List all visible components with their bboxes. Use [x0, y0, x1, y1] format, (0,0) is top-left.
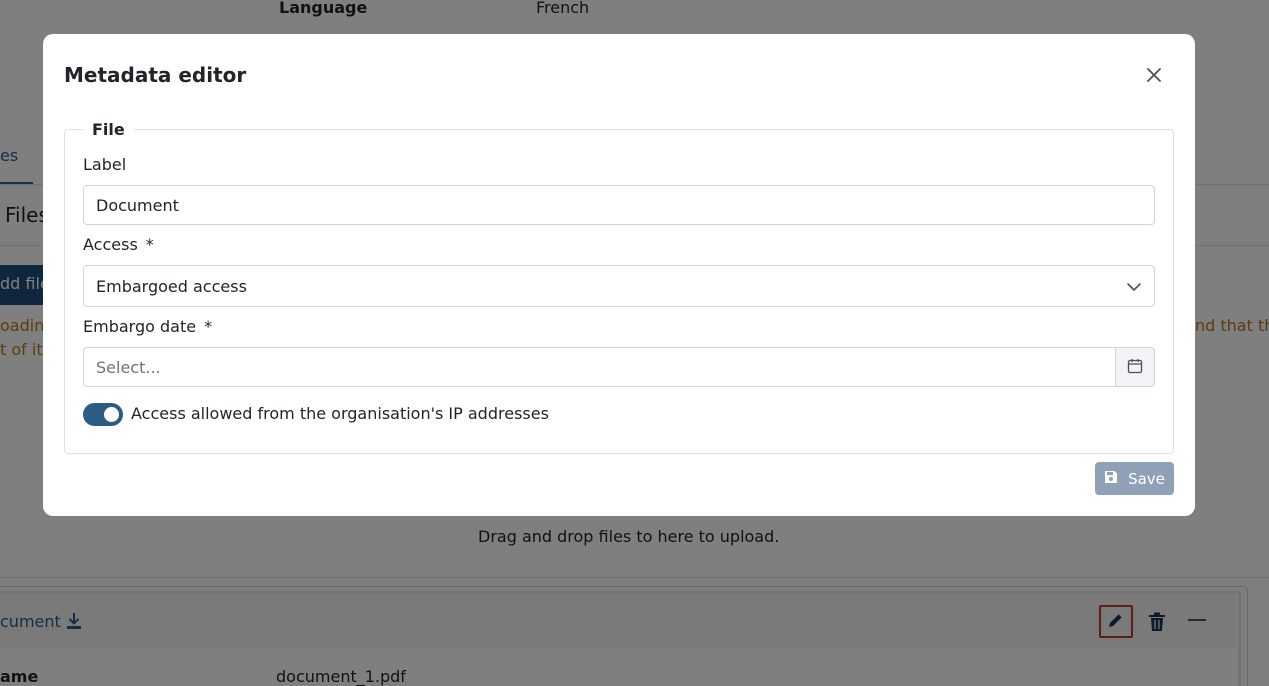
modal-title: Metadata editor — [64, 63, 247, 87]
calendar-icon — [1127, 358, 1143, 377]
access-select-value: Embargoed access — [96, 277, 247, 296]
ip-access-label: Access allowed from the organisation's I… — [131, 404, 549, 423]
close-icon — [1144, 68, 1164, 89]
save-label: Save — [1128, 469, 1165, 488]
calendar-button[interactable] — [1115, 347, 1155, 387]
access-select[interactable]: Embargoed access — [83, 265, 1155, 307]
access-field-label: Access * — [83, 235, 154, 254]
chevron-down-icon — [1126, 279, 1142, 295]
embargo-field-label: Embargo date * — [83, 317, 212, 336]
page: Language French es Files dd file oading … — [0, 0, 1269, 686]
save-button[interactable]: Save — [1095, 462, 1174, 495]
embargo-date-input[interactable] — [83, 347, 1116, 387]
access-label-text: Access — [83, 235, 138, 254]
fieldset-legend: File — [92, 120, 125, 139]
required-mark: * — [145, 235, 154, 254]
label-field-label: Label — [83, 155, 127, 174]
required-mark: * — [204, 317, 213, 336]
close-button[interactable] — [1144, 64, 1164, 86]
metadata-editor-modal: Metadata editor File Label Access * Embar… — [43, 34, 1195, 516]
ip-access-toggle[interactable] — [83, 403, 123, 426]
label-input[interactable] — [83, 185, 1155, 225]
save-icon — [1104, 470, 1118, 488]
embargo-label-text: Embargo date — [83, 317, 197, 336]
toggle-knob — [104, 407, 119, 422]
